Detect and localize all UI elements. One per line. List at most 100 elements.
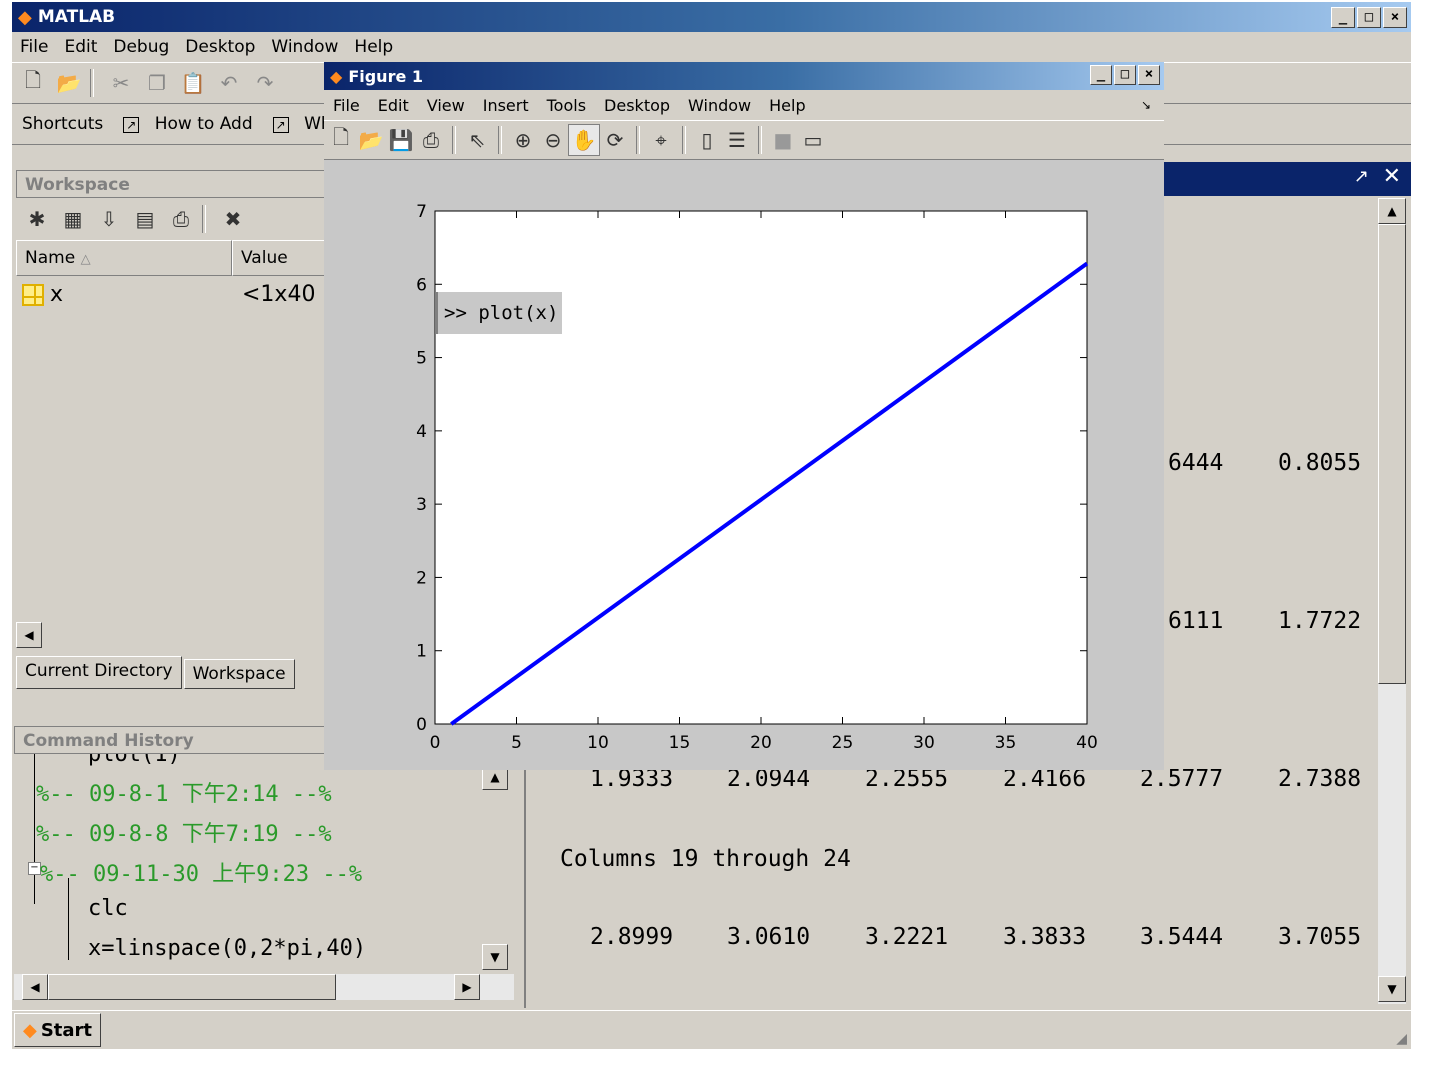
y-tick-label: 1 — [416, 642, 427, 662]
fig-menu-desktop[interactable]: Desktop — [604, 96, 670, 115]
figure-menubar: File Edit View Insert Tools Desktop Wind… — [324, 90, 1164, 120]
history-session[interactable]: %-- 09-11-30 上午9:23 --% — [40, 856, 362, 888]
x-tick-labels: 0 5 10 15 20 25 30 35 40 — [430, 733, 1098, 753]
output-value: 3.0610 — [727, 924, 811, 950]
print-icon[interactable]: ⎙ — [416, 125, 446, 155]
maximize-button[interactable]: □ — [1114, 65, 1136, 85]
scroll-left-button[interactable]: ◀ — [22, 974, 48, 1000]
x-tick-label: 15 — [669, 733, 691, 753]
fig-menu-help[interactable]: Help — [769, 96, 805, 115]
close-button[interactable]: × — [1138, 65, 1160, 85]
x-tick-label: 30 — [913, 733, 935, 753]
scroll-right-button[interactable]: ▶ — [454, 974, 480, 1000]
shortcut-how-to-add[interactable]: ↗ How to Add — [113, 114, 253, 134]
column-name[interactable]: Name △ — [16, 240, 232, 276]
minimize-button[interactable]: _ — [1331, 7, 1355, 28]
new-file-icon[interactable]: 🗋 — [18, 68, 48, 98]
figure-titlebar[interactable]: ◆ Figure 1 _ □ × — [324, 62, 1164, 90]
scroll-left-button[interactable]: ◀ — [16, 622, 42, 648]
rotate-3d-icon[interactable]: ⟳ — [600, 125, 630, 155]
output-value: 6111 — [1168, 608, 1224, 634]
open-folder-icon[interactable]: 📂 — [54, 68, 84, 98]
scroll-up-button[interactable]: ▲ — [1378, 198, 1406, 224]
hide-plot-tools-icon[interactable]: ■ — [768, 125, 798, 155]
resize-grip-icon[interactable]: ◢ — [1396, 1031, 1407, 1047]
fig-menu-tools[interactable]: Tools — [547, 96, 586, 115]
maximize-button[interactable]: □ — [1357, 7, 1381, 28]
close-button[interactable]: × — [1383, 7, 1407, 28]
scroll-thumb[interactable] — [48, 974, 336, 1000]
menu-window[interactable]: Window — [271, 37, 338, 57]
shortcut-icon: ↗ — [123, 117, 140, 133]
delete-variable-icon[interactable]: ✖ — [218, 204, 248, 234]
colorbar-icon[interactable]: ▯ — [692, 125, 722, 155]
fig-menu-file[interactable]: File — [333, 96, 360, 115]
y-tick-label: 4 — [416, 422, 427, 442]
fig-menu-view[interactable]: View — [427, 96, 465, 115]
open-variable-icon[interactable]: ▦ — [58, 204, 88, 234]
zoom-in-icon[interactable]: ⊕ — [508, 125, 538, 155]
shortcut-whats-new[interactable]: ↗ Wh — [263, 114, 332, 134]
history-command[interactable]: clc — [88, 896, 128, 921]
redo-icon[interactable]: ↷ — [250, 68, 280, 98]
new-variable-icon[interactable]: ✱ — [22, 204, 52, 234]
close-icon[interactable]: ✕ — [1383, 164, 1401, 189]
fig-menu-edit[interactable]: Edit — [378, 96, 409, 115]
save-icon[interactable]: 💾 — [386, 125, 416, 155]
open-file-icon[interactable]: 📂 — [356, 125, 386, 155]
show-plot-tools-icon[interactable]: ▭ — [798, 125, 828, 155]
menu-edit[interactable]: Edit — [64, 37, 97, 57]
start-button[interactable]: ◆ Start — [14, 1013, 102, 1047]
zoom-out-icon[interactable]: ⊖ — [538, 125, 568, 155]
y-tick-label: 3 — [416, 495, 427, 515]
print-icon[interactable]: ⎙ — [166, 204, 196, 234]
output-value: 3.2221 — [865, 924, 949, 950]
matlab-titlebar[interactable]: ◆ MATLAB _ □ × — [12, 2, 1411, 32]
history-scroll-down[interactable]: ▼ — [482, 944, 508, 970]
matlab-logo-icon: ◆ — [18, 6, 32, 28]
axes-box[interactable] — [434, 210, 1088, 725]
edit-plot-icon[interactable]: ⇖ — [462, 125, 492, 155]
workspace-hscroll[interactable]: ◀ — [16, 622, 336, 648]
tab-workspace[interactable]: Workspace — [183, 659, 295, 689]
pan-icon[interactable]: ✋ — [568, 124, 600, 156]
panel-tabs: Current Directory Workspace — [16, 656, 336, 689]
undo-icon[interactable]: ↶ — [214, 68, 244, 98]
fig-menu-window[interactable]: Window — [688, 96, 751, 115]
window-title: MATLAB — [37, 7, 116, 27]
menu-file[interactable]: File — [20, 37, 48, 57]
menu-help[interactable]: Help — [354, 37, 393, 57]
fig-menu-insert[interactable]: Insert — [483, 96, 529, 115]
paste-icon[interactable]: 📋 — [178, 68, 208, 98]
output-value: 6444 — [1168, 450, 1224, 476]
cut-icon[interactable]: ✂ — [106, 68, 136, 98]
variable-name: x — [50, 282, 64, 307]
tab-current-directory[interactable]: Current Directory — [16, 656, 182, 689]
column-value[interactable]: Value — [232, 240, 332, 276]
y-tick-label: 7 — [416, 202, 427, 222]
copy-icon[interactable]: ❐ — [142, 68, 172, 98]
minimize-button[interactable]: _ — [1090, 65, 1112, 85]
command-vscroll[interactable]: ▲ ▼ — [1378, 198, 1406, 1004]
legend-icon[interactable]: ☰ — [722, 125, 752, 155]
history-session[interactable]: %-- 09-8-8 下午7:19 --% — [36, 816, 332, 848]
menu-desktop[interactable]: Desktop — [185, 37, 255, 57]
history-session[interactable]: %-- 09-8-1 下午2:14 --% — [36, 776, 332, 808]
import-data-icon[interactable]: ⇩ — [94, 204, 124, 234]
save-workspace-icon[interactable]: ▤ — [130, 204, 160, 234]
output-value: 3.5444 — [1140, 924, 1224, 950]
history-list: plot(1) %-- 09-8-1 下午2:14 --% %-- 09-8-8… — [14, 754, 514, 974]
new-figure-icon[interactable]: 🗋 — [326, 125, 356, 155]
workspace-title: Workspace — [16, 170, 336, 198]
scroll-down-button[interactable]: ▼ — [1378, 976, 1406, 1002]
figure-title: Figure 1 — [348, 66, 424, 86]
history-hscroll[interactable]: ◀ ▶ — [14, 974, 514, 1000]
undock-icon[interactable]: ↗ — [1354, 166, 1369, 187]
figure-toolbar: 🗋 📂 💾 ⎙ ⇖ ⊕ ⊖ ✋ ⟳ ⌖ ▯ ☰ ■ ▭ — [324, 120, 1164, 160]
workspace-row[interactable]: x — [22, 282, 63, 307]
data-cursor-icon[interactable]: ⌖ — [646, 125, 676, 155]
history-command[interactable]: x=linspace(0,2*pi,40) — [88, 936, 366, 961]
menu-debug[interactable]: Debug — [113, 37, 169, 57]
dock-arrow-icon[interactable]: ↘ — [1141, 98, 1151, 112]
scroll-thumb[interactable] — [1378, 224, 1406, 684]
